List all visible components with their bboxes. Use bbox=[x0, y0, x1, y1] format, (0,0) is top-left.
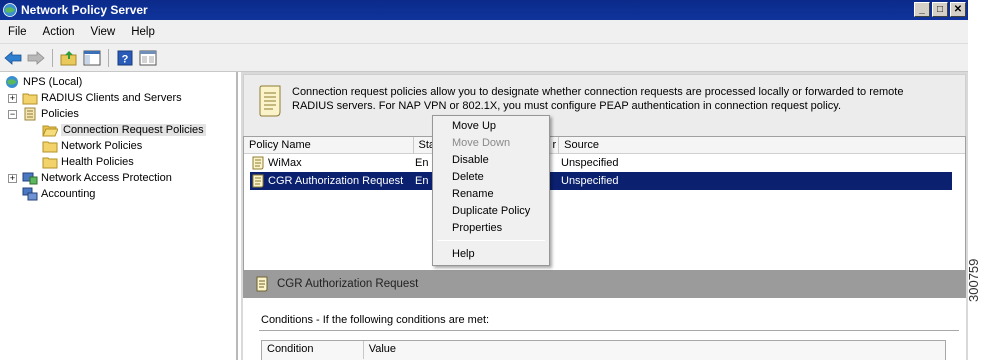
policy-icon bbox=[256, 276, 268, 292]
conditions-table-header: Condition Value bbox=[261, 340, 946, 360]
policy-detail-panel: CGR Authorization Request Conditions - I… bbox=[243, 270, 966, 360]
expand-radius-toggle[interactable]: + bbox=[8, 94, 17, 103]
tree-label-selected: Connection Request Policies bbox=[61, 124, 206, 136]
conditions-label: Conditions - If the following conditions… bbox=[261, 314, 490, 326]
tree-label: RADIUS Clients and Servers bbox=[41, 92, 182, 104]
policy-icon bbox=[252, 156, 264, 170]
forward-arrow-icon[interactable] bbox=[26, 48, 46, 68]
table-row-selected[interactable]: CGR Authorization Request En Unspecified bbox=[250, 172, 952, 190]
window-title: Network Policy Server bbox=[21, 3, 148, 17]
tree-item-network-access-protection[interactable]: Network Access Protection bbox=[22, 170, 172, 186]
folder-icon bbox=[22, 93, 38, 105]
console-tree: NPS (Local) + RADIUS Clients and Servers… bbox=[0, 72, 238, 360]
figure-number: 300759 bbox=[966, 258, 981, 302]
menu-item-disable[interactable]: Disable bbox=[434, 152, 548, 169]
divider bbox=[259, 330, 959, 331]
column-header-processing-order[interactable]: r bbox=[549, 137, 560, 154]
tree-label: Network Access Protection bbox=[41, 172, 172, 184]
toolbar-separator bbox=[52, 48, 53, 67]
menu-action[interactable]: Action bbox=[35, 26, 83, 38]
policy-icon bbox=[252, 174, 264, 188]
list-header: Policy Name Sta r Source bbox=[244, 137, 965, 154]
detail-title: CGR Authorization Request bbox=[277, 278, 419, 290]
back-arrow-icon[interactable] bbox=[3, 48, 23, 68]
menu-item-properties[interactable]: Properties bbox=[434, 220, 548, 237]
expand-nap-toggle[interactable]: + bbox=[8, 174, 17, 183]
menu-item-duplicate-policy[interactable]: Duplicate Policy bbox=[434, 203, 548, 220]
window-controls: _ □ ✕ bbox=[914, 2, 966, 17]
description-panel: Connection request policies allow you to… bbox=[243, 74, 966, 140]
policy-document-icon bbox=[259, 85, 281, 117]
tree-item-nps-local[interactable]: NPS (Local) bbox=[4, 74, 82, 90]
menu-item-move-down: Move Down bbox=[452, 137, 511, 149]
table-row[interactable]: WiMax En Unspecified bbox=[250, 154, 952, 172]
menu-item-help[interactable]: Help bbox=[434, 246, 548, 263]
context-menu: Move Up Move Down Disable Delete Rename … bbox=[432, 115, 550, 266]
column-header-condition[interactable]: Condition bbox=[262, 341, 364, 359]
open-folder-icon bbox=[42, 125, 58, 137]
tree-item-network-policies[interactable]: Network Policies bbox=[42, 138, 142, 154]
column-header-source[interactable]: Source bbox=[559, 137, 965, 154]
toolbar: ? bbox=[0, 44, 968, 72]
toolbar-separator bbox=[108, 48, 109, 67]
menu-file[interactable]: File bbox=[0, 26, 35, 38]
menu-help[interactable]: Help bbox=[123, 26, 163, 38]
detail-header: CGR Authorization Request bbox=[243, 270, 966, 298]
close-button[interactable]: ✕ bbox=[950, 2, 966, 17]
collapse-policies-toggle[interactable]: − bbox=[8, 110, 17, 119]
menu-bar: File Action View Help bbox=[0, 20, 968, 44]
menu-view[interactable]: View bbox=[83, 26, 124, 38]
tree-label: Policies bbox=[41, 108, 79, 120]
description-text: Connection request policies allow you to… bbox=[292, 86, 904, 112]
help-icon[interactable]: ? bbox=[115, 48, 135, 68]
policy-name-cell: WiMax bbox=[268, 157, 302, 169]
folder-icon bbox=[42, 157, 58, 169]
nap-icon bbox=[22, 172, 38, 185]
policy-name-cell: CGR Authorization Request bbox=[268, 175, 404, 187]
properties-icon[interactable] bbox=[138, 48, 158, 68]
policies-icon bbox=[24, 107, 36, 121]
nps-app-icon bbox=[3, 3, 17, 17]
menu-item-rename[interactable]: Rename bbox=[434, 186, 548, 203]
tree-item-radius-clients[interactable]: RADIUS Clients and Servers bbox=[22, 90, 182, 106]
menu-item-move-up[interactable]: Move Up bbox=[434, 118, 548, 135]
nps-server-icon bbox=[6, 76, 18, 88]
column-header-policy-name[interactable]: Policy Name bbox=[244, 137, 414, 154]
accounting-icon bbox=[22, 187, 38, 201]
tree-item-connection-request-policies[interactable]: Connection Request Policies bbox=[42, 122, 206, 138]
column-header-value[interactable]: Value bbox=[364, 341, 945, 359]
minimize-button[interactable]: _ bbox=[914, 2, 930, 17]
tree-item-accounting[interactable]: Accounting bbox=[22, 186, 95, 202]
svg-text:?: ? bbox=[122, 53, 129, 65]
tree-label: Accounting bbox=[41, 188, 96, 200]
source-cell: Unspecified bbox=[561, 175, 619, 187]
tree-label: Network Policies bbox=[61, 140, 143, 152]
tree-item-policies[interactable]: Policies bbox=[22, 106, 79, 122]
menu-item-delete[interactable]: Delete bbox=[434, 169, 548, 186]
maximize-button[interactable]: □ bbox=[932, 2, 948, 17]
results-pane: Connection request policies allow you to… bbox=[241, 72, 968, 360]
tree-label: NPS (Local) bbox=[23, 76, 83, 88]
tree-label: Health Policies bbox=[61, 156, 134, 168]
show-hide-console-tree-icon[interactable] bbox=[82, 48, 102, 68]
title-bar: Network Policy Server _ □ ✕ bbox=[0, 0, 968, 20]
source-cell: Unspecified bbox=[561, 157, 619, 169]
folder-icon bbox=[42, 141, 58, 153]
menu-separator bbox=[437, 240, 545, 241]
up-folder-icon[interactable] bbox=[59, 48, 79, 68]
tree-item-health-policies[interactable]: Health Policies bbox=[42, 154, 134, 170]
